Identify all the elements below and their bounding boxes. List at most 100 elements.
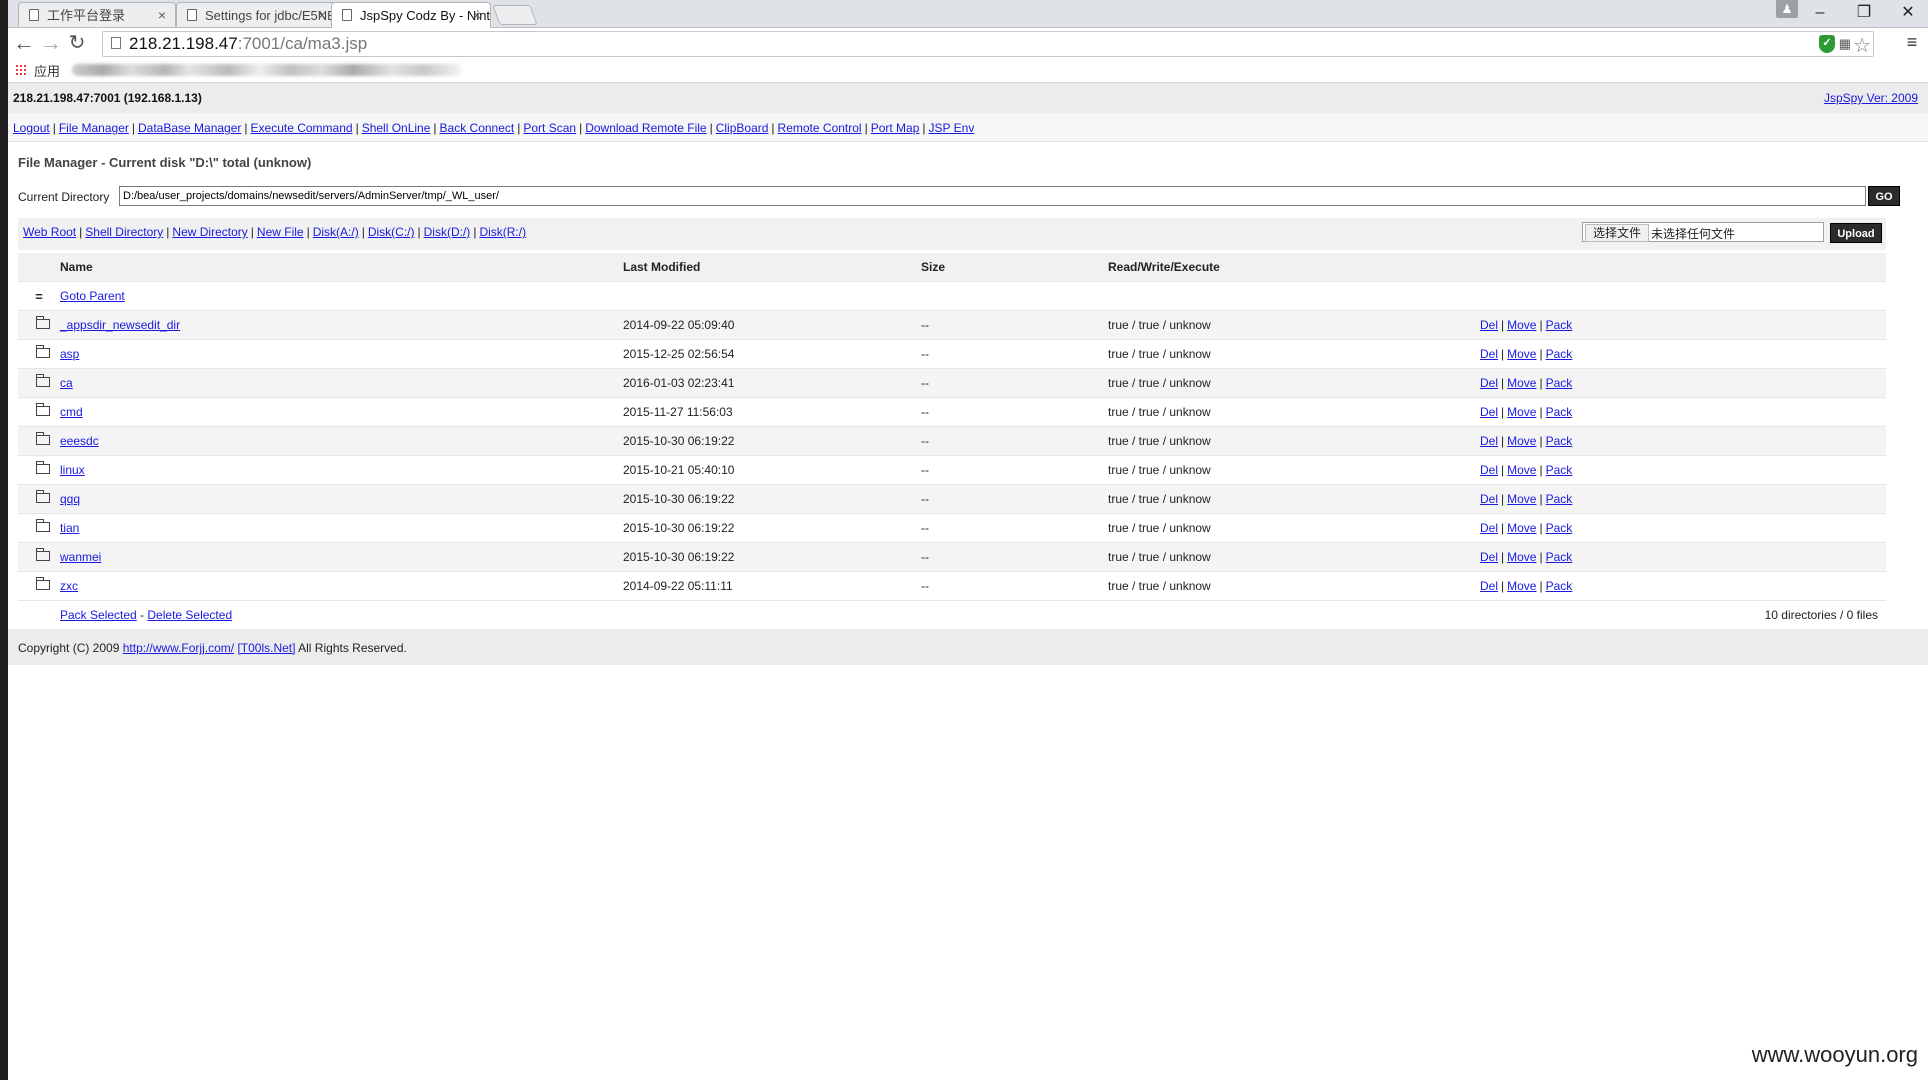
menu-remote-control[interactable]: Remote Control [778,121,862,135]
folder-link[interactable]: cmd [60,405,83,419]
tab-work-platform[interactable]: 工作平台登录 × [18,2,176,27]
reload-icon[interactable]: ↻ [66,32,88,54]
shield-extension-icon[interactable]: ✓ [1819,35,1835,53]
menu-back-connect[interactable]: Back Connect [440,121,515,135]
folder-link[interactable]: zxc [60,579,78,593]
menu-download-remote-file[interactable]: Download Remote File [585,121,706,135]
t00ls-link[interactable]: [T00ls.Net] [237,641,295,655]
menu-execute-command[interactable]: Execute Command [251,121,353,135]
folder-link[interactable]: _appsdir_newsedit_dir [60,318,180,332]
move-link[interactable]: Move [1507,376,1536,390]
link-disk-a[interactable]: Disk(A:/) [313,225,359,239]
menu-port-map[interactable]: Port Map [871,121,920,135]
new-tab-button[interactable] [492,5,538,25]
link-disk-c[interactable]: Disk(C:/) [368,225,415,239]
del-link[interactable]: Del [1480,376,1498,390]
delete-selected-link[interactable]: Delete Selected [147,608,232,622]
link-disk-r[interactable]: Disk(R:/) [479,225,526,239]
go-button[interactable]: GO [1868,186,1900,206]
del-link[interactable]: Del [1480,521,1498,535]
folder-icon [36,403,50,416]
tab-label: Settings for jdbc/E5NEW [205,8,336,23]
shortcut-bar: Web Root | Shell Directory | New Directory | N… [18,218,1886,250]
close-window-button[interactable]: ✕ [1888,2,1928,24]
user-profile-icon[interactable]: ♟ [1776,0,1798,18]
close-icon[interactable]: × [158,3,166,27]
menu-database-manager[interactable]: DataBase Manager [138,121,241,135]
link-disk-d[interactable]: Disk(D:/) [424,225,471,239]
table-footer-row: Pack Selected - Delete Selected 10 direc… [18,600,1886,630]
choose-file-button[interactable]: 选择文件 [1585,224,1650,242]
pack-link[interactable]: Pack [1546,347,1573,361]
minimize-button[interactable]: – [1800,2,1840,24]
del-link[interactable]: Del [1480,405,1498,419]
pack-link[interactable]: Pack [1546,405,1573,419]
pack-link[interactable]: Pack [1546,579,1573,593]
move-link[interactable]: Move [1507,347,1536,361]
upload-button[interactable]: Upload [1830,223,1882,243]
del-link[interactable]: Del [1480,347,1498,361]
link-web-root[interactable]: Web Root [23,225,76,239]
link-shell-directory[interactable]: Shell Directory [85,225,163,239]
folder-link[interactable]: eeesdc [60,434,99,448]
tab-jspspy[interactable]: JspSpy Codz By - Ninty × [331,2,491,28]
menu-shell-online[interactable]: Shell OnLine [362,121,431,135]
version-link[interactable]: JspSpy Ver: 2009 [1824,91,1918,105]
folder-icon-cell [18,571,60,601]
move-link[interactable]: Move [1507,405,1536,419]
tab-settings-jdbc[interactable]: Settings for jdbc/E5NEW × [176,2,336,27]
menu-logout[interactable]: Logout [13,121,50,135]
pack-link[interactable]: Pack [1546,434,1573,448]
link-new-directory[interactable]: New Directory [172,225,247,239]
link-new-file[interactable]: New File [257,225,304,239]
page-info-icon[interactable] [111,37,121,49]
move-link[interactable]: Move [1507,550,1536,564]
restore-button[interactable]: ❐ [1844,2,1884,24]
del-link[interactable]: Del [1480,492,1498,506]
del-link[interactable]: Del [1480,434,1498,448]
folder-link[interactable]: tian [60,521,79,535]
pack-link[interactable]: Pack [1546,492,1573,506]
back-arrow-icon[interactable]: ← [13,32,35,54]
forjj-link[interactable]: http://www.Forjj.com/ [123,641,234,655]
move-link[interactable]: Move [1507,579,1536,593]
move-link[interactable]: Move [1507,463,1536,477]
pack-selected-link[interactable]: Pack Selected [60,608,137,622]
menu-clipboard[interactable]: ClipBoard [716,121,769,135]
goto-parent-link[interactable]: Goto Parent [60,289,125,303]
translate-icon[interactable]: ▦ [1839,36,1851,52]
move-link[interactable]: Move [1507,521,1536,535]
apps-label[interactable]: 应用 [34,61,60,80]
address-bar[interactable]: 218.21.198.47:7001/ca/ma3.jsp ✓ ▦ ☆ [102,31,1874,57]
move-link[interactable]: Move [1507,434,1536,448]
current-directory-input[interactable] [119,186,1866,206]
folder-link[interactable]: wanmei [60,550,101,564]
folder-icon [36,490,50,503]
folder-link[interactable]: qqq [60,492,80,506]
pack-link[interactable]: Pack [1546,550,1573,564]
page-content: 218.21.198.47:7001 (192.168.1.13) JspSpy… [8,83,1928,1080]
apps-grid-icon[interactable] [15,64,27,76]
del-link[interactable]: Del [1480,463,1498,477]
star-icon[interactable]: ☆ [1853,33,1871,58]
pack-link[interactable]: Pack [1546,463,1573,477]
move-link[interactable]: Move [1507,492,1536,506]
folder-link[interactable]: asp [60,347,79,361]
menu-port-scan[interactable]: Port Scan [523,121,576,135]
folder-link[interactable]: linux [60,463,85,477]
close-icon[interactable]: × [318,3,326,27]
folder-link[interactable]: ca [60,376,73,390]
file-input[interactable]: 选择文件 未选择任何文件 [1582,222,1824,242]
del-link[interactable]: Del [1480,550,1498,564]
menu-jsp-env[interactable]: JSP Env [929,121,975,135]
menu-file-manager[interactable]: File Manager [59,121,129,135]
move-link[interactable]: Move [1507,318,1536,332]
forward-arrow-icon[interactable]: → [40,32,62,54]
hamburger-icon[interactable]: ≡ [1904,32,1920,52]
pack-link[interactable]: Pack [1546,318,1573,332]
del-link[interactable]: Del [1480,318,1498,332]
del-link[interactable]: Del [1480,579,1498,593]
pack-link[interactable]: Pack [1546,521,1573,535]
pack-link[interactable]: Pack [1546,376,1573,390]
close-icon[interactable]: × [473,3,481,28]
